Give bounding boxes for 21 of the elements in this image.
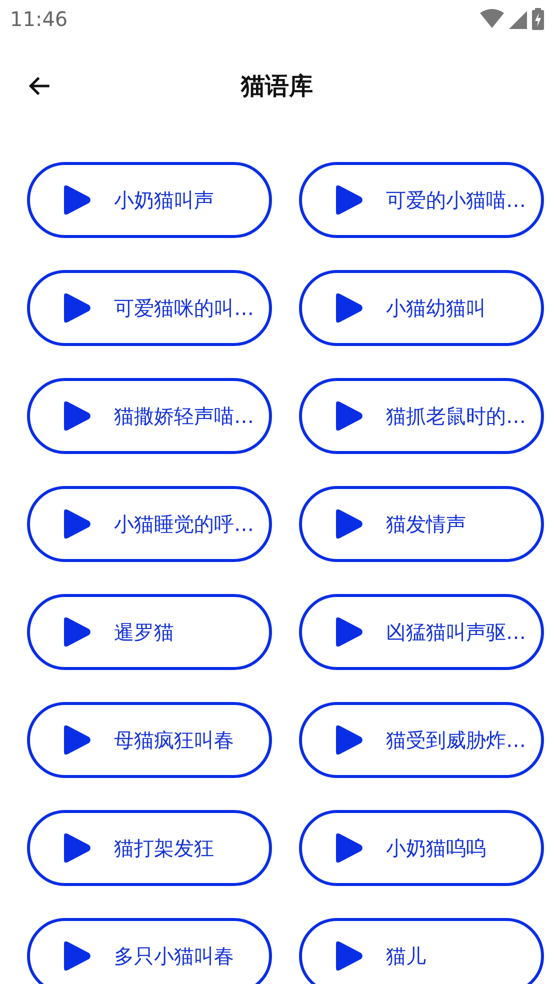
sound-button[interactable]: 凶猛猫叫声驱…	[299, 594, 544, 670]
sound-button[interactable]: 小猫幼猫叫	[299, 270, 544, 346]
sound-button[interactable]: 猫撒娇轻声喵…	[27, 378, 272, 454]
sound-button[interactable]: 猫抓老鼠时的…	[299, 378, 544, 454]
sound-button[interactable]: 多只小猫叫春	[27, 918, 272, 984]
battery-icon	[532, 8, 544, 30]
sound-button[interactable]: 暹罗猫	[27, 594, 272, 670]
sound-button[interactable]: 小猫睡觉的呼…	[27, 486, 272, 562]
sound-button[interactable]: 猫儿	[299, 918, 544, 984]
status-time: 11:46	[10, 7, 68, 31]
sound-button[interactable]: 猫受到威胁炸…	[299, 702, 544, 778]
sound-button[interactable]: 猫打架发狂	[27, 810, 272, 886]
page-title: 猫语库	[241, 71, 313, 102]
sound-button[interactable]: 小奶猫呜呜	[299, 810, 544, 886]
wifi-icon	[480, 9, 504, 29]
sound-button[interactable]: 母猫疯狂叫春	[27, 702, 272, 778]
sound-button[interactable]: 可爱的小猫喵…	[299, 162, 544, 238]
signal-icon	[509, 9, 527, 29]
sound-button[interactable]: 小奶猫叫声	[27, 162, 272, 238]
sound-button[interactable]: 可爱猫咪的叫…	[27, 270, 272, 346]
sound-button[interactable]: 猫发情声	[299, 486, 544, 562]
